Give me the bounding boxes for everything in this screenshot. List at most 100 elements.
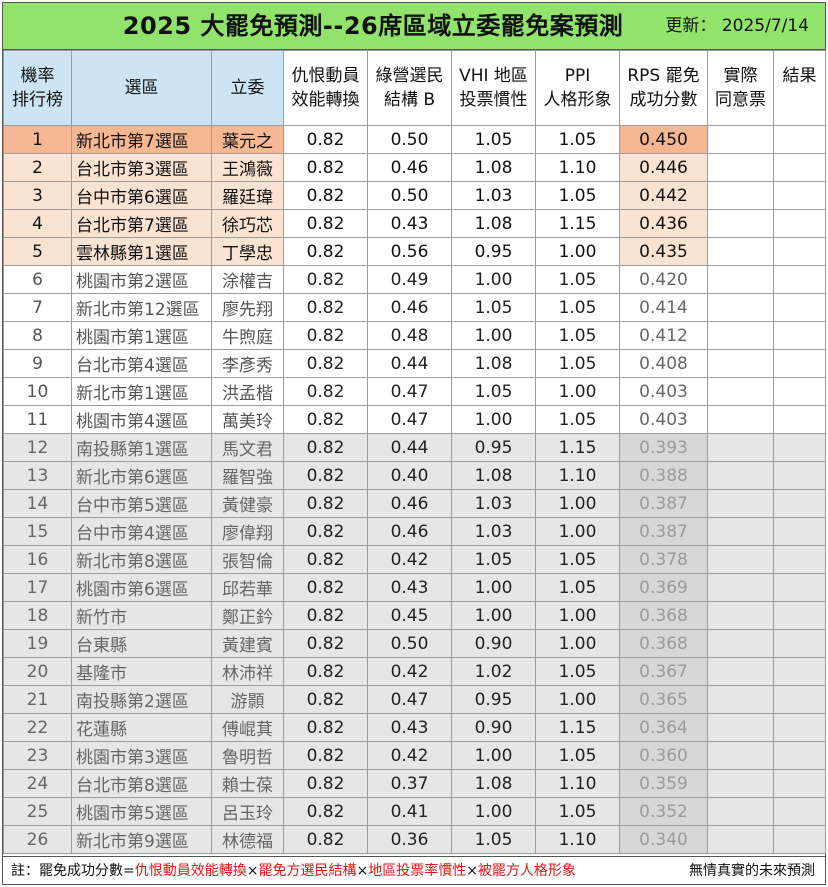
rank-cell: 15	[3, 517, 72, 546]
rank-cell: 10	[3, 377, 72, 406]
vhi-cell: 1.00	[451, 797, 536, 826]
voter-structure-cell: 0.49	[367, 265, 452, 294]
legislator-cell: 洪孟楷	[211, 377, 284, 406]
header-result: 結果	[773, 50, 826, 126]
vhi-cell: 1.00	[451, 265, 536, 294]
rps-score-cell: 0.378	[619, 545, 708, 574]
legislator-cell: 黃健豪	[211, 489, 284, 518]
voter-structure-cell: 0.43	[367, 209, 452, 238]
rps-score-cell: 0.364	[619, 713, 708, 742]
recall-prediction-table: 機率 排行榜 選區 立委 仇恨動員 效能轉換 綠營選民 結構 B VHI 地區 投票慣性…	[3, 50, 826, 854]
voter-structure-cell: 0.44	[367, 433, 452, 462]
district-cell: 桃園市第4選區	[71, 405, 212, 434]
legislator-cell: 廖偉翔	[211, 517, 284, 546]
actual-votes-cell	[707, 741, 774, 770]
result-cell	[773, 265, 826, 294]
rank-cell: 19	[3, 629, 72, 658]
rps-score-cell: 0.367	[619, 657, 708, 686]
mobilization-cell: 0.82	[283, 797, 368, 826]
district-cell: 台北市第7選區	[71, 209, 212, 238]
voter-structure-cell: 0.36	[367, 825, 452, 854]
legislator-cell: 呂玉玲	[211, 797, 284, 826]
district-cell: 台北市第3選區	[71, 153, 212, 182]
legislator-cell: 張智倫	[211, 545, 284, 574]
ppi-cell: 1.05	[535, 321, 620, 350]
vhi-cell: 0.95	[451, 685, 536, 714]
ppi-cell: 1.05	[535, 293, 620, 322]
header-actual-votes: 實際 同意票	[707, 50, 774, 126]
rank-cell: 6	[3, 265, 72, 294]
rank-cell: 3	[3, 181, 72, 210]
vhi-cell: 0.90	[451, 713, 536, 742]
legislator-cell: 牛煦庭	[211, 321, 284, 350]
updated-date: 更新： 2025/7/14	[665, 3, 809, 49]
rank-cell: 16	[3, 545, 72, 574]
table-row: 7 新北市第12選區 廖先翔 0.82 0.46 1.05 1.05 0.414	[3, 293, 826, 322]
rps-score-cell: 0.393	[619, 433, 708, 462]
actual-votes-cell	[707, 573, 774, 602]
ppi-cell: 1.00	[535, 601, 620, 630]
updated-label: 更新：	[665, 16, 717, 36]
mobilization-cell: 0.82	[283, 601, 368, 630]
mobilization-cell: 0.82	[283, 153, 368, 182]
ppi-cell: 1.15	[535, 209, 620, 238]
table-row: 10 新北市第1選區 洪孟楷 0.82 0.47 1.05 1.00 0.403	[3, 377, 826, 406]
ppi-cell: 1.00	[535, 685, 620, 714]
ppi-cell: 1.05	[535, 741, 620, 770]
actual-votes-cell	[707, 405, 774, 434]
table-row: 19 台東縣 黃建賓 0.82 0.50 0.90 1.00 0.368	[3, 629, 826, 658]
mobilization-cell: 0.82	[283, 265, 368, 294]
actual-votes-cell	[707, 797, 774, 826]
voter-structure-cell: 0.41	[367, 797, 452, 826]
table-row: 5 雲林縣第1選區 丁學忠 0.82 0.56 0.95 1.00 0.435	[3, 237, 826, 266]
rank-cell: 18	[3, 601, 72, 630]
table-row: 15 台中市第4選區 廖偉翔 0.82 0.46 1.03 1.00 0.387	[3, 517, 826, 546]
header-legislator: 立委	[211, 50, 284, 126]
actual-votes-cell	[707, 545, 774, 574]
result-cell	[773, 545, 826, 574]
vhi-cell: 1.02	[451, 657, 536, 686]
table-row: 16 新北市第8選區 張智倫 0.82 0.42 1.05 1.05 0.378	[3, 545, 826, 574]
rps-score-cell: 0.442	[619, 181, 708, 210]
legislator-cell: 萬美玲	[211, 405, 284, 434]
ppi-cell: 1.10	[535, 153, 620, 182]
ppi-cell: 1.05	[535, 181, 620, 210]
result-cell	[773, 293, 826, 322]
actual-votes-cell	[707, 489, 774, 518]
district-cell: 台東縣	[71, 629, 212, 658]
vhi-cell: 1.05	[451, 293, 536, 322]
mobilization-cell: 0.82	[283, 433, 368, 462]
actual-votes-cell	[707, 209, 774, 238]
district-cell: 新北市第12選區	[71, 293, 212, 322]
table-row: 3 台中市第6選區 羅廷瑋 0.82 0.50 1.03 1.05 0.442	[3, 181, 826, 210]
vhi-cell: 1.03	[451, 517, 536, 546]
vhi-cell: 1.05	[451, 545, 536, 574]
vhi-cell: 1.00	[451, 573, 536, 602]
rank-cell: 11	[3, 405, 72, 434]
vhi-cell: 0.90	[451, 629, 536, 658]
result-cell	[773, 237, 826, 266]
mobilization-cell: 0.82	[283, 293, 368, 322]
district-cell: 基隆市	[71, 657, 212, 686]
rank-cell: 20	[3, 657, 72, 686]
rank-cell: 26	[3, 825, 72, 854]
ppi-cell: 1.10	[535, 825, 620, 854]
rank-cell: 23	[3, 741, 72, 770]
actual-votes-cell	[707, 181, 774, 210]
vhi-cell: 1.03	[451, 489, 536, 518]
ppi-cell: 1.05	[535, 405, 620, 434]
legislator-cell: 徐巧芯	[211, 209, 284, 238]
result-cell	[773, 573, 826, 602]
result-cell	[773, 181, 826, 210]
rps-score-cell: 0.414	[619, 293, 708, 322]
rank-cell: 8	[3, 321, 72, 350]
result-cell	[773, 125, 826, 154]
rank-cell: 21	[3, 685, 72, 714]
vhi-cell: 1.05	[451, 125, 536, 154]
voter-structure-cell: 0.40	[367, 461, 452, 490]
rps-score-cell: 0.450	[619, 125, 708, 154]
ppi-cell: 1.05	[535, 349, 620, 378]
header-rps-score: RPS 罷免 成功分數	[619, 50, 708, 126]
ppi-cell: 1.05	[535, 125, 620, 154]
legislator-cell: 傅崐萁	[211, 713, 284, 742]
